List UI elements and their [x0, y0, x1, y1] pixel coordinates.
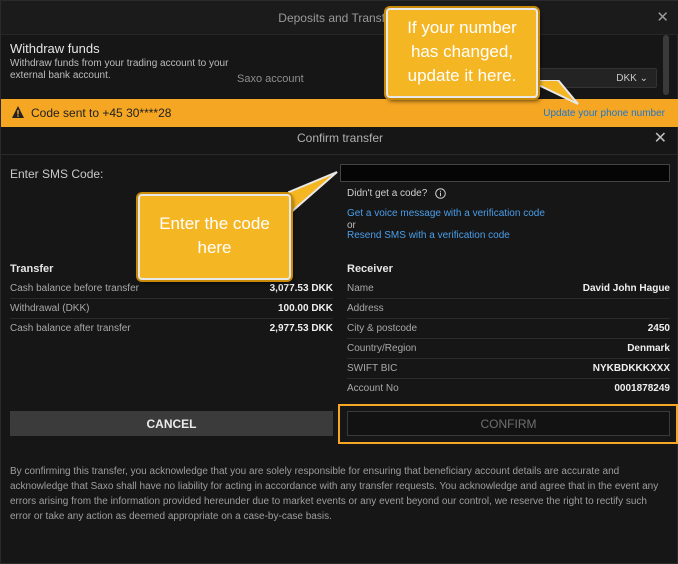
- code-sent-text: Code sent to +45 30****28: [31, 106, 172, 120]
- withdraw-funds-description: Withdraw funds from your trading account…: [10, 58, 229, 81]
- row-label: Cash balance before transfer: [10, 283, 139, 294]
- phone-update-callout: If your number has changed, update it he…: [386, 8, 538, 98]
- voice-message-link[interactable]: Get a voice message with a verification …: [347, 208, 545, 219]
- withdraw-funds-title: Withdraw funds: [10, 41, 100, 56]
- sms-code-label: Enter SMS Code:: [10, 167, 104, 181]
- window-title: Deposits and Transfers: [278, 11, 402, 25]
- receiver-heading: Receiver: [347, 263, 393, 275]
- resend-sms-link[interactable]: Resend SMS with a verification code: [347, 230, 510, 241]
- enter-code-callout: Enter the code here: [138, 194, 291, 280]
- callout-text: If your number has changed, update it he…: [407, 18, 517, 85]
- transfer-heading: Transfer: [10, 263, 54, 275]
- warning-icon: [12, 106, 24, 118]
- row-value: NYKBDKKKXXX: [592, 363, 670, 374]
- row-value: 100.00 DKK: [277, 303, 333, 314]
- callout-text: Enter the code here: [159, 214, 270, 257]
- row-label: City & postcode: [347, 323, 418, 334]
- row-label: Account No: [347, 383, 399, 394]
- receiver-row: Country/Region Denmark: [347, 339, 670, 359]
- currency-value: DKK: [616, 73, 637, 84]
- row-label: Address: [347, 303, 384, 314]
- transfer-row: Withdrawal (DKK) 100.00 DKK: [10, 299, 333, 319]
- receiver-row: City & postcode 2450: [347, 319, 670, 339]
- confirm-button[interactable]: CONFIRM: [347, 411, 670, 436]
- receiver-row: Name David John Hague: [347, 279, 670, 299]
- row-label: Name: [347, 283, 374, 294]
- row-label: SWIFT BIC: [347, 363, 398, 374]
- receiver-row: SWIFT BIC NYKBDKKKXXX: [347, 359, 670, 379]
- disclaimer-text: By confirming this transfer, you acknowl…: [10, 466, 659, 522]
- receiver-row: Address: [347, 299, 670, 319]
- confirm-transfer-title: Confirm transfer: [296, 131, 384, 145]
- row-value: 2,977.53 DKK: [269, 323, 333, 334]
- row-value: 0001878249: [614, 383, 670, 394]
- callout-arrow: [288, 171, 338, 217]
- receiver-row: Account No 0001878249: [347, 379, 670, 399]
- cancel-button[interactable]: CANCEL: [10, 411, 333, 436]
- no-code-text: Didn't get a code?: [347, 188, 428, 199]
- row-label: Country/Region: [347, 343, 417, 354]
- row-label: Withdrawal (DKK): [10, 303, 90, 314]
- row-value: David John Hague: [582, 283, 670, 294]
- modal-close-icon[interactable]: ✕: [654, 128, 667, 148]
- info-icon[interactable]: [435, 188, 446, 199]
- transfer-row: Cash balance after transfer 2,977.53 DKK: [10, 319, 333, 339]
- row-value: 2450: [647, 323, 670, 334]
- sms-code-input[interactable]: [340, 164, 670, 182]
- transfer-row: Cash balance before transfer 3,077.53 DK…: [10, 279, 333, 299]
- saxo-account-label: Saxo account: [237, 73, 304, 85]
- row-label: Cash balance after transfer: [10, 323, 131, 334]
- row-value: 3,077.53 DKK: [269, 283, 333, 294]
- row-value: Denmark: [627, 343, 670, 354]
- scrollbar[interactable]: [663, 35, 669, 95]
- divider: [1, 154, 678, 155]
- chevron-down-icon: ⌄: [639, 73, 648, 84]
- window-titlebar: Deposits and Transfers ✕: [1, 1, 678, 35]
- window-close-icon[interactable]: ✕: [656, 8, 669, 26]
